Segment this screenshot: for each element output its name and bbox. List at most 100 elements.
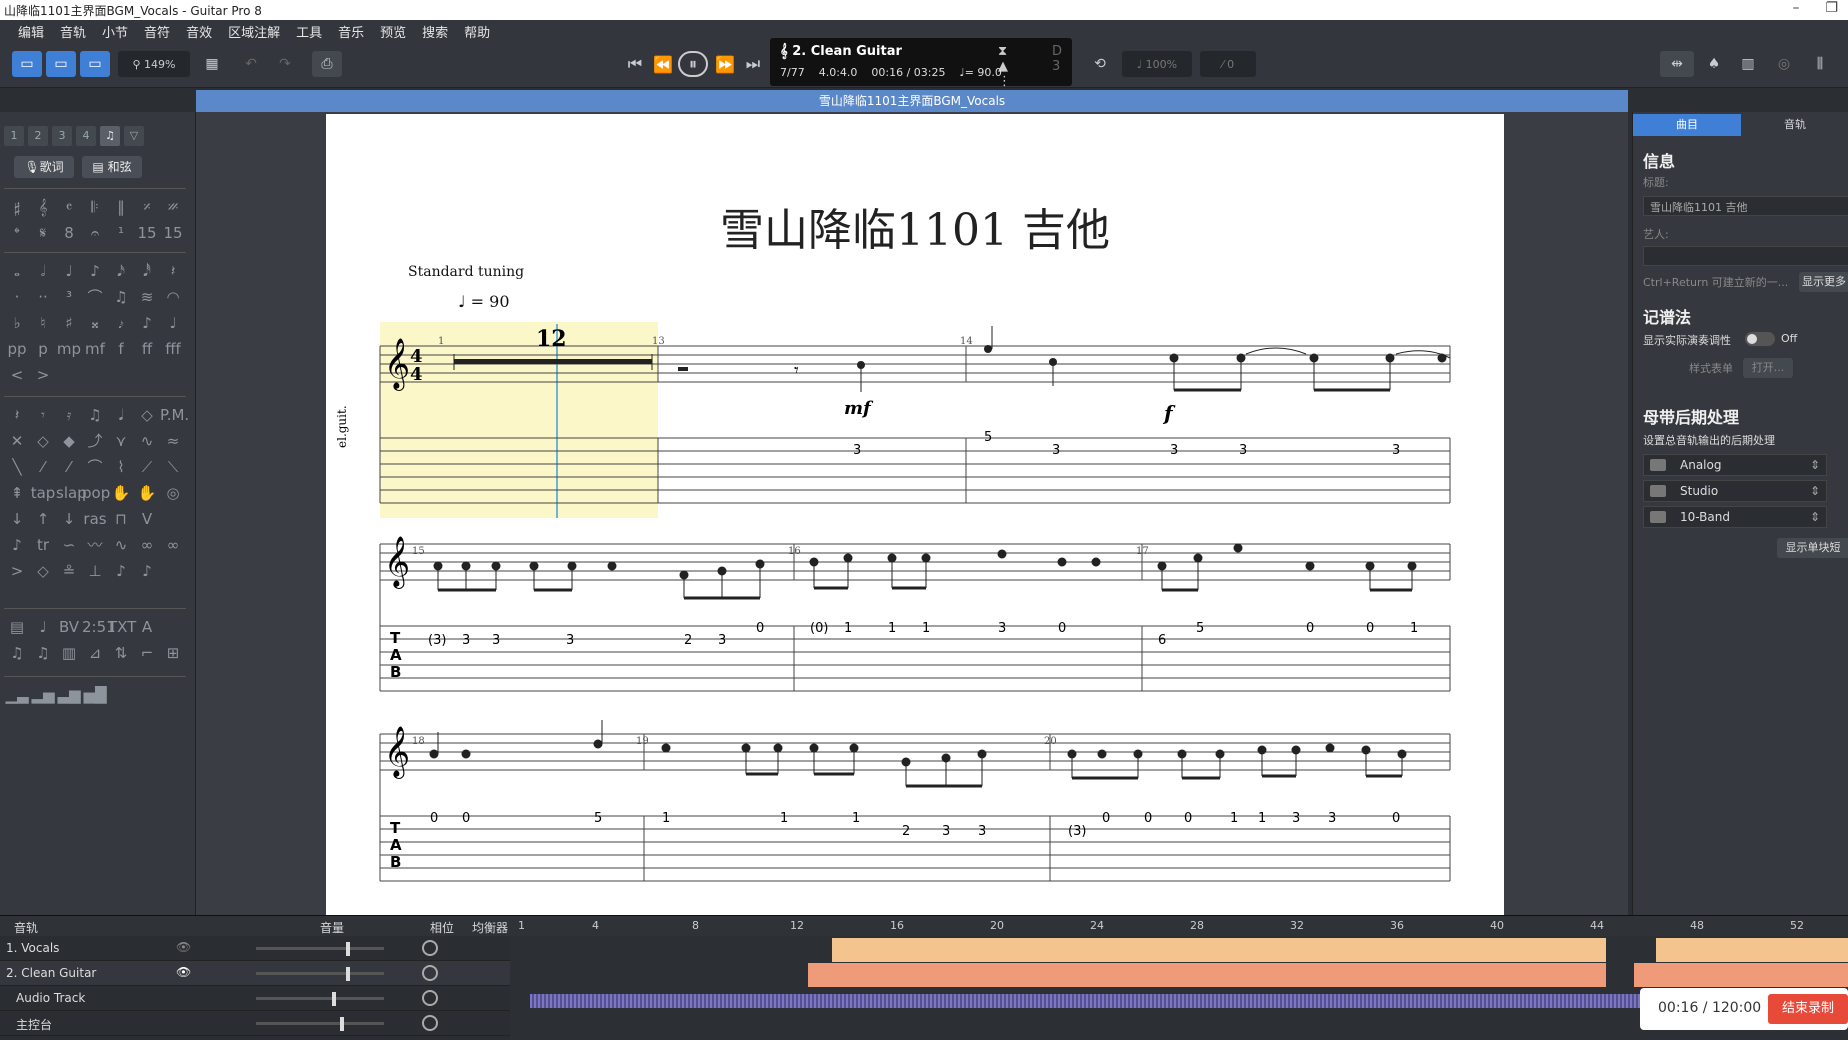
infinity-b-icon[interactable]: ∞ — [160, 534, 186, 556]
volume-slider[interactable] — [256, 972, 384, 975]
speed-control[interactable]: ♩ 100% — [1122, 51, 1192, 77]
undo-icon[interactable]: ↶ — [238, 51, 264, 77]
fx-slot-10band[interactable]: 10-Band ⇕ — [1643, 506, 1827, 528]
dead-note-icon[interactable]: 𝄽 — [4, 404, 30, 426]
menu-search[interactable]: 搜索 — [414, 22, 456, 41]
notes-icon[interactable]: ♫ — [4, 642, 30, 664]
diamond-icon[interactable]: ◇ — [30, 430, 56, 452]
menu-edit[interactable]: 编辑 — [10, 22, 52, 41]
tap-icon[interactable]: tap — [30, 482, 56, 504]
stroke-up-icon[interactable]: ↑ — [30, 508, 56, 530]
volume-handle[interactable] — [346, 942, 350, 956]
brush-icon[interactable]: ↓ — [56, 508, 82, 530]
palm-icon[interactable]: ✋ — [134, 482, 160, 504]
stroke-down-icon[interactable]: ↓ — [4, 508, 30, 530]
infinity-icon[interactable]: ∞ — [134, 534, 160, 556]
stop-recording-button[interactable]: 结束录制 — [1768, 994, 1848, 1024]
staccato-icon[interactable]: ♪ — [108, 560, 134, 582]
note-text-icon[interactable]: ♩ — [30, 616, 56, 638]
volume-slider[interactable] — [256, 947, 384, 950]
double-simile-icon[interactable]: 𝄏 — [160, 196, 186, 218]
pan-knob[interactable] — [422, 940, 438, 956]
eighth-note-icon[interactable]: ♪ — [82, 260, 108, 282]
pan-knob[interactable] — [422, 965, 438, 981]
pm-icon[interactable]: P.M. — [160, 404, 189, 426]
coda-icon[interactable]: 𝄌 — [4, 222, 30, 244]
staccatissimo-icon[interactable]: ⊥ — [82, 560, 108, 582]
show-single-button[interactable]: 显示单块短 — [1777, 538, 1848, 558]
trill-icon[interactable]: tr — [30, 534, 56, 556]
volume-handle[interactable] — [340, 1017, 344, 1031]
natural-icon[interactable]: ♮ — [30, 312, 56, 334]
tremolo-bar-icon[interactable]: ∿ — [108, 534, 134, 556]
dyn-fff-icon[interactable]: fff — [160, 338, 186, 360]
menu-effects[interactable]: 音效 — [178, 22, 220, 41]
slur-icon[interactable]: ◠ — [160, 286, 186, 308]
txt-icon[interactable]: TXT — [108, 616, 136, 638]
beam-group-icon[interactable]: ⌐ — [134, 642, 160, 664]
harmonic-icon[interactable]: ◇ — [134, 404, 160, 426]
turn-icon[interactable]: ∽ — [56, 534, 82, 556]
double-sharp-icon[interactable]: 𝄪 — [82, 312, 108, 334]
layout-panel-button[interactable]: ▭ — [12, 51, 42, 77]
palette-page-1[interactable]: 1 — [4, 126, 24, 146]
tie-icon[interactable]: ⌒ — [82, 286, 108, 308]
lyrics-button[interactable]: 🎙歌词 — [14, 156, 74, 178]
drum-icon[interactable]: ◎ — [1770, 51, 1798, 77]
quindicesima-b-icon[interactable]: 15 — [160, 222, 186, 244]
menu-section[interactable]: 区域注解 — [220, 22, 288, 41]
text-block-icon[interactable]: ▤ — [4, 616, 30, 638]
simile-icon[interactable]: 𝄎 — [134, 196, 160, 218]
slap-icon[interactable]: slap — [56, 482, 87, 504]
mixer-icon[interactable]: ⫼ — [1806, 51, 1834, 77]
chart-icon[interactable]: ⊿ — [82, 642, 108, 664]
accent-note-icon[interactable]: 𝄿 — [56, 404, 82, 426]
gliss-icon[interactable]: ⌇ — [108, 456, 134, 478]
vibrato-icon[interactable]: ∿ — [134, 430, 160, 452]
track-row-guitar[interactable]: 2. Clean Guitar 👁 — [0, 961, 510, 986]
menu-help[interactable]: 帮助 — [456, 22, 498, 41]
bv-icon[interactable]: BV — [56, 616, 82, 638]
palette-notes-icon[interactable]: ♫ — [100, 126, 120, 146]
volume-slider[interactable] — [256, 997, 384, 1000]
whole-note-icon[interactable]: 𝅝 — [4, 260, 30, 282]
shift-slide-icon[interactable]: ⟋ — [134, 456, 160, 478]
velocity-2-icon[interactable]: ▂▅ — [30, 684, 56, 706]
quindicesima-icon[interactable]: 15 — [134, 222, 160, 244]
pitch-control[interactable]: ⁄ 0 — [1200, 51, 1256, 77]
view-grid-icon[interactable]: ▦ — [196, 51, 228, 77]
vocals-lane[interactable] — [510, 938, 1848, 962]
artist-field[interactable] — [1643, 246, 1848, 266]
barline-icon[interactable]: ‖ — [108, 196, 134, 218]
decrescendo-icon[interactable]: > — [30, 364, 56, 386]
repeat-icon[interactable]: 𝄆 — [82, 196, 108, 218]
fx-slot-studio[interactable]: Studio ⇕ — [1643, 480, 1827, 502]
fade-icon[interactable]: ◎ — [160, 482, 186, 504]
thirtysecond-note-icon[interactable]: 𝅘𝅥𝅰 — [134, 260, 160, 282]
palm-mute-icon[interactable]: 𝅘𝅥 — [108, 404, 134, 426]
dyn-f-icon[interactable]: f — [108, 338, 134, 360]
sixteenth-note-icon[interactable]: 𝅘𝅥𝅯 — [108, 260, 134, 282]
rasgueado-icon[interactable]: ras — [82, 508, 108, 530]
beam-icon[interactable]: ♫ — [108, 286, 134, 308]
zoom-control[interactable]: ⚲ 149% — [118, 51, 190, 77]
menu-view[interactable]: 预览 — [372, 22, 414, 41]
heavy-accent-icon[interactable]: ♪ — [134, 560, 160, 582]
transpose-icon[interactable]: ⇅ — [108, 642, 134, 664]
sharp-icon[interactable]: ♯ — [56, 312, 82, 334]
a-box-icon[interactable]: A — [134, 616, 160, 638]
menu-bar-menu[interactable]: 小节 — [94, 22, 136, 41]
score-page[interactable]: 雪山降临1101 吉他 Standard tuning ♩ = 90 𝄞 4 4… — [326, 114, 1504, 915]
show-more-button[interactable]: 显示更多 — [1799, 272, 1848, 292]
half-note-icon[interactable]: 𝅗𝅥 — [30, 260, 56, 282]
guitar-lane[interactable] — [510, 963, 1848, 987]
pause-icon[interactable]: ⏸ — [678, 51, 708, 77]
dyn-ff-icon[interactable]: ff — [134, 338, 160, 360]
volume-handle[interactable] — [332, 992, 336, 1006]
pan-knob[interactable] — [422, 990, 438, 1006]
time-sig-icon[interactable]: 𝄴 — [56, 196, 82, 218]
tempo-text-icon[interactable]: 2:51 — [82, 616, 116, 638]
bend-icon[interactable]: ⤴ — [82, 430, 108, 452]
tab-song[interactable]: 曲目 — [1633, 114, 1741, 136]
wide-vibrato-icon[interactable]: ≈ — [160, 430, 186, 452]
